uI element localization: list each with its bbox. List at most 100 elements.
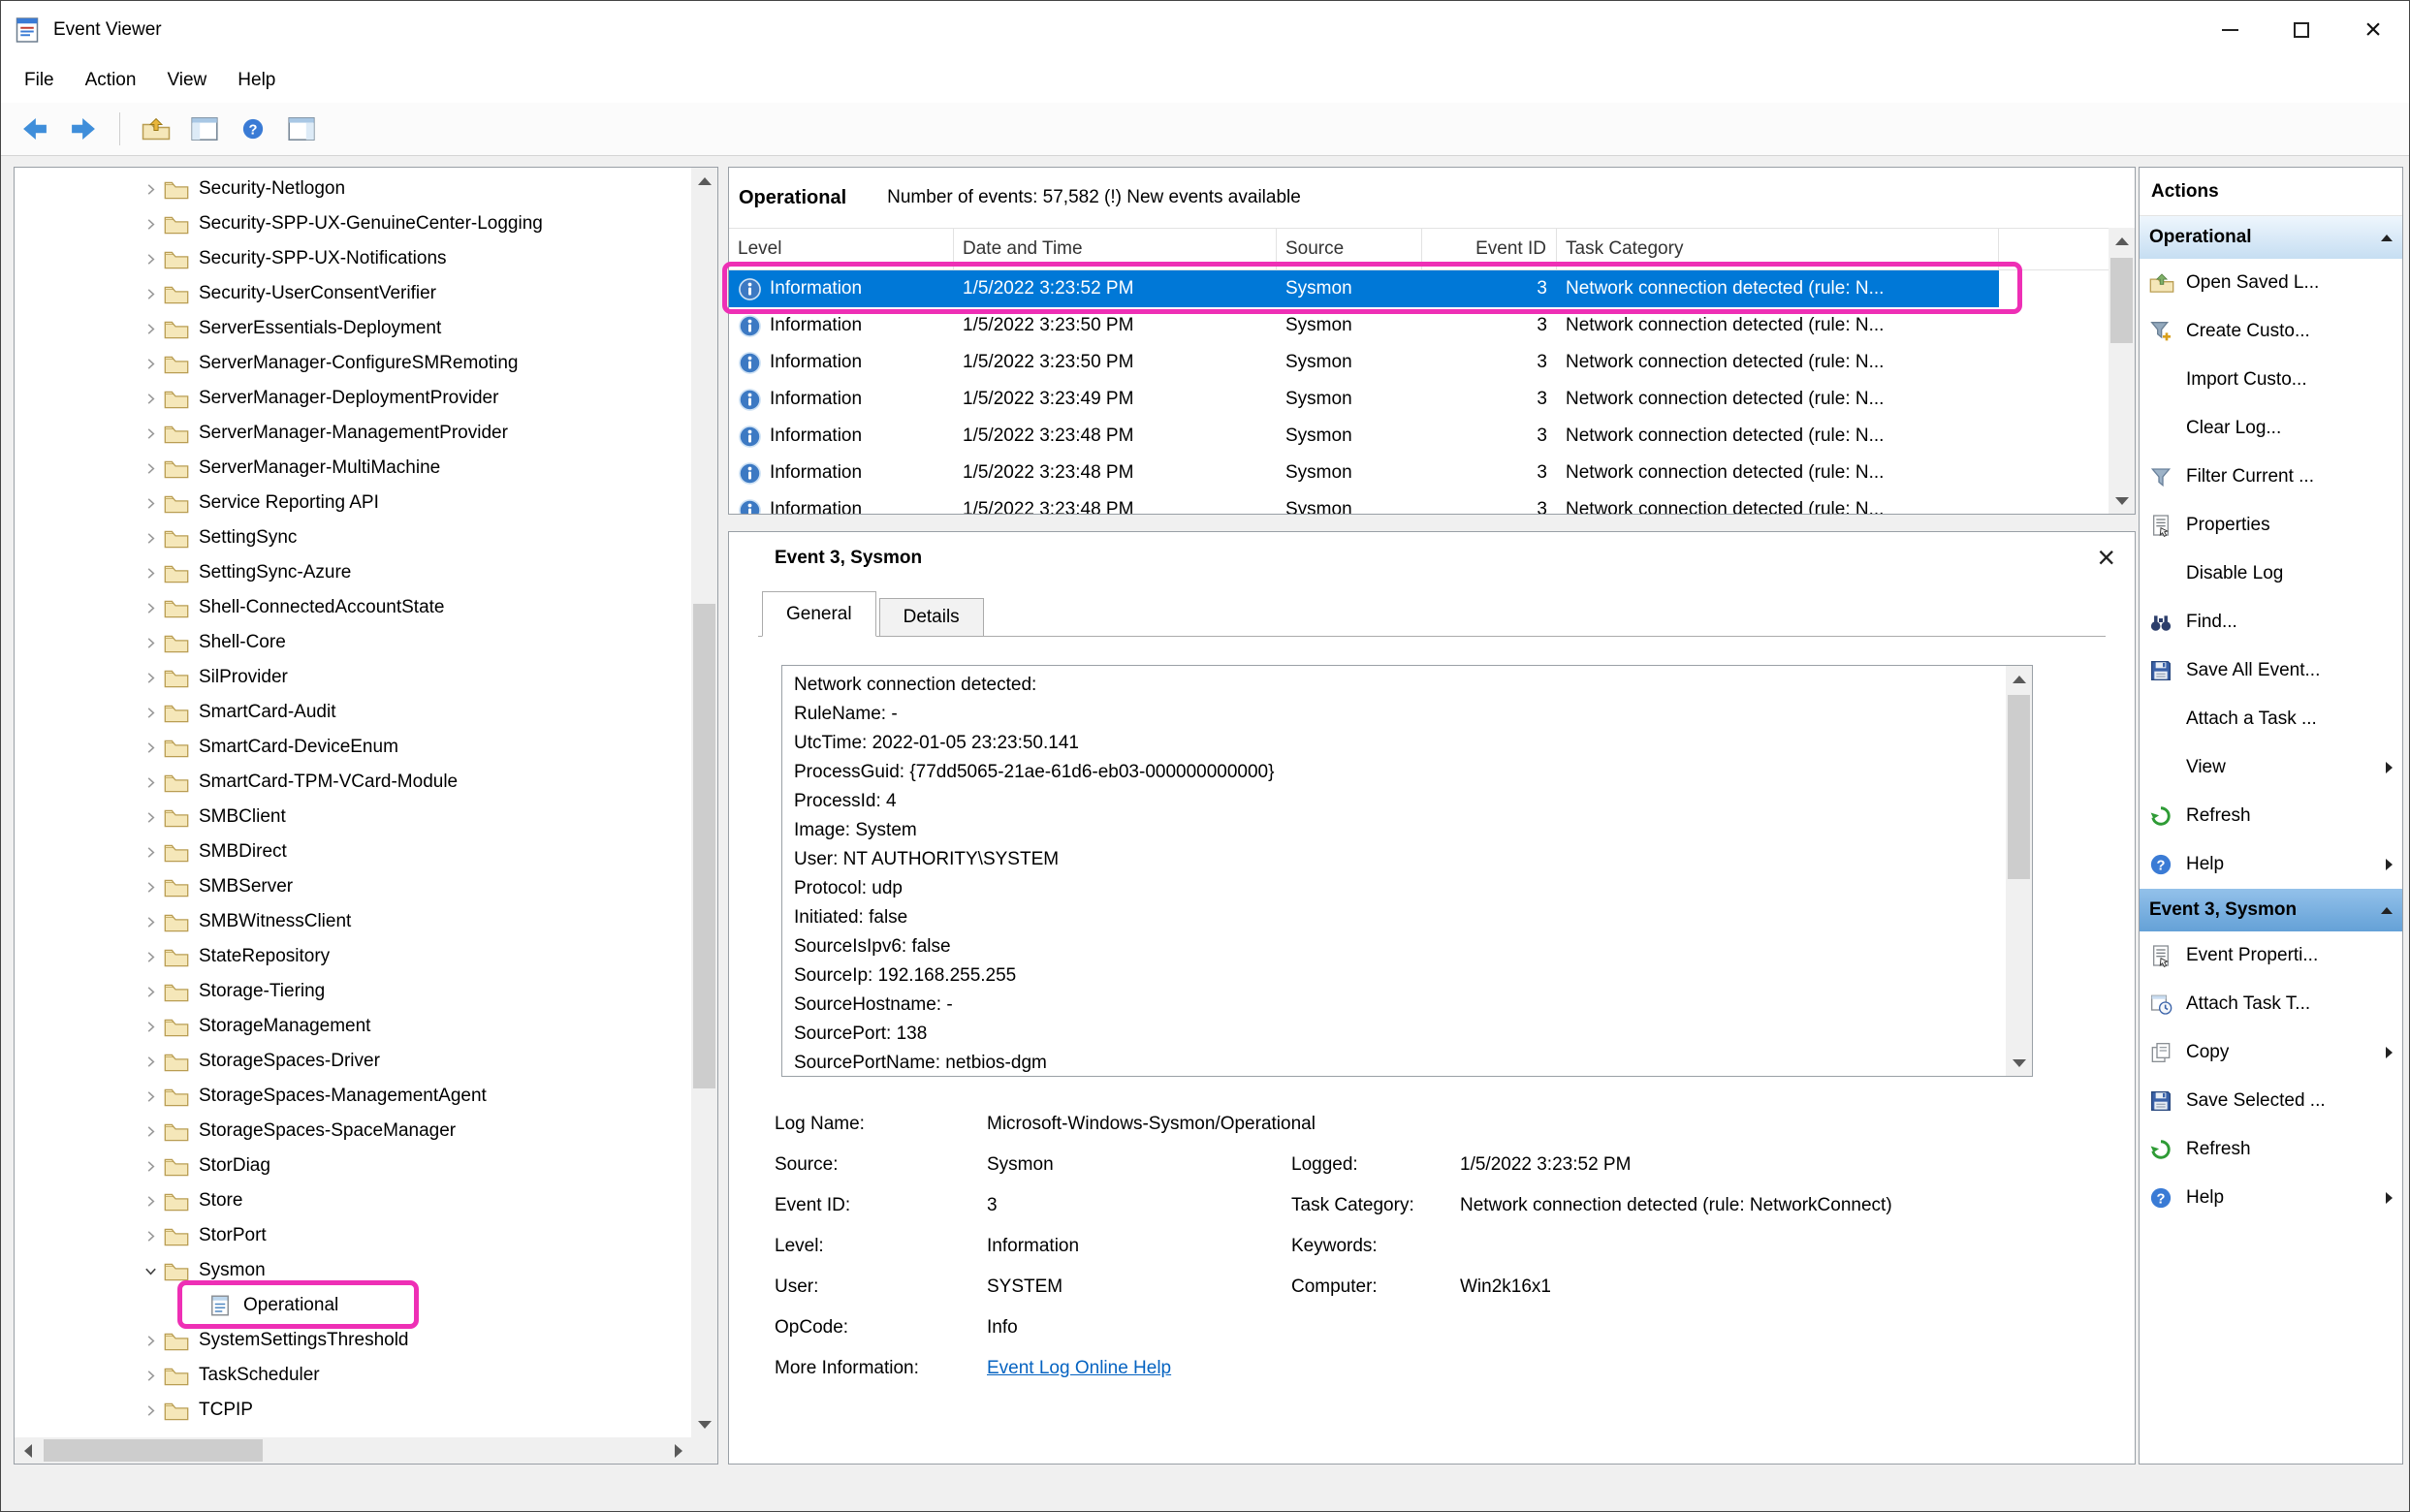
chevron-right-icon[interactable] bbox=[137, 1369, 164, 1383]
chevron-right-icon[interactable] bbox=[137, 845, 164, 860]
open-saved-log-button[interactable] bbox=[136, 109, 176, 149]
action-attach-task-t[interactable]: Attach Task T... bbox=[2140, 980, 2402, 1028]
event-row-7[interactable]: Information 1/5/2022 3:23:48 PM Sysmon 3… bbox=[729, 491, 1999, 514]
actions-group-operational[interactable]: Operational bbox=[2140, 216, 2402, 259]
action-help[interactable]: ? Help bbox=[2140, 1174, 2402, 1222]
action-refresh[interactable]: Refresh bbox=[2140, 1125, 2402, 1174]
scroll-down-button[interactable] bbox=[691, 1411, 717, 1437]
tab-details[interactable]: Details bbox=[879, 598, 984, 637]
chevron-right-icon[interactable] bbox=[137, 706, 164, 720]
menu-file[interactable]: File bbox=[9, 58, 70, 103]
action-properties[interactable]: Properties bbox=[2140, 501, 2402, 550]
tree-item-smbserver[interactable]: SMBServer bbox=[15, 869, 690, 904]
chevron-right-icon[interactable] bbox=[137, 985, 164, 999]
scrollbar-thumb[interactable] bbox=[693, 604, 715, 1088]
actions-group-event-3-sysmon[interactable]: Event 3, Sysmon bbox=[2140, 889, 2402, 931]
tree-item-storagemanagement[interactable]: StorageManagement bbox=[15, 1009, 690, 1044]
chevron-right-icon[interactable] bbox=[137, 775, 164, 790]
event-row-4[interactable]: Information 1/5/2022 3:23:49 PM Sysmon 3… bbox=[729, 381, 1999, 418]
chevron-right-icon[interactable] bbox=[137, 392, 164, 406]
tree-item-shell-connectedaccountstate[interactable]: Shell-ConnectedAccountState bbox=[15, 590, 690, 625]
chevron-right-icon[interactable] bbox=[137, 461, 164, 476]
tab-general[interactable]: General bbox=[762, 591, 876, 637]
maximize-button[interactable] bbox=[2266, 1, 2337, 58]
description-vertical-scrollbar[interactable] bbox=[2006, 666, 2032, 1076]
action-create-custo[interactable]: Create Custo... bbox=[2140, 307, 2402, 356]
tree-item-stordiag[interactable]: StorDiag bbox=[15, 1149, 690, 1183]
chevron-right-icon[interactable] bbox=[137, 1334, 164, 1348]
chevron-right-icon[interactable] bbox=[137, 1194, 164, 1209]
tree-item-smbdirect[interactable]: SMBDirect bbox=[15, 835, 690, 869]
scroll-up-button[interactable] bbox=[2109, 228, 2135, 254]
chevron-down-icon[interactable] bbox=[137, 1264, 164, 1278]
scroll-up-button[interactable] bbox=[2006, 666, 2032, 692]
tree-item-smartcard-tpm-vcard-module[interactable]: SmartCard-TPM-VCard-Module bbox=[15, 765, 690, 800]
action-filter-current[interactable]: Filter Current ... bbox=[2140, 453, 2402, 501]
column-header-task-category[interactable]: Task Category bbox=[1557, 229, 1999, 269]
action-attach-a-task[interactable]: Attach a Task ... bbox=[2140, 695, 2402, 743]
minimize-button[interactable] bbox=[2194, 1, 2266, 58]
tree-item-storagespaces-driver[interactable]: StorageSpaces-Driver bbox=[15, 1044, 690, 1079]
chevron-right-icon[interactable] bbox=[137, 252, 164, 267]
scrollbar-thumb[interactable] bbox=[2110, 258, 2133, 343]
tree-item-security-spp-ux-genuinecenter-logging[interactable]: Security-SPP-UX-GenuineCenter-Logging bbox=[15, 206, 690, 241]
forward-button[interactable] bbox=[63, 109, 104, 149]
event-row-1[interactable]: Information 1/5/2022 3:23:52 PM Sysmon 3… bbox=[729, 270, 1999, 307]
tree-item-smbwitnessclient[interactable]: SMBWitnessClient bbox=[15, 904, 690, 939]
chevron-right-icon[interactable] bbox=[137, 915, 164, 929]
scroll-right-button[interactable] bbox=[665, 1437, 691, 1464]
action-refresh[interactable]: Refresh bbox=[2140, 792, 2402, 840]
tree-item-security-spp-ux-notifications[interactable]: Security-SPP-UX-Notifications bbox=[15, 241, 690, 276]
tree-item-service-reporting-api[interactable]: Service Reporting API bbox=[15, 486, 690, 520]
scrollbar-thumb[interactable] bbox=[44, 1439, 263, 1462]
event-row-5[interactable]: Information 1/5/2022 3:23:48 PM Sysmon 3… bbox=[729, 418, 1999, 455]
tree-item-operational[interactable]: Operational bbox=[15, 1288, 690, 1323]
column-header-date-and-time[interactable]: Date and Time bbox=[954, 229, 1277, 269]
tree-item-servermanager-configuresmremoting[interactable]: ServerManager-ConfigureSMRemoting bbox=[15, 346, 690, 381]
chevron-right-icon[interactable] bbox=[137, 287, 164, 301]
chevron-right-icon[interactable] bbox=[137, 810, 164, 825]
tree-item-tcpip[interactable]: TCPIP bbox=[15, 1393, 690, 1428]
scrollbar-thumb[interactable] bbox=[2008, 695, 2030, 879]
tree-item-security-netlogon[interactable]: Security-Netlogon bbox=[15, 172, 690, 206]
chevron-right-icon[interactable] bbox=[137, 1089, 164, 1104]
tree-item-security-userconsentverifier[interactable]: Security-UserConsentVerifier bbox=[15, 276, 690, 311]
chevron-right-icon[interactable] bbox=[137, 531, 164, 546]
tree-horizontal-scrollbar[interactable] bbox=[15, 1437, 691, 1464]
scroll-left-button[interactable] bbox=[15, 1437, 41, 1464]
scroll-down-button[interactable] bbox=[2006, 1050, 2032, 1076]
chevron-right-icon[interactable] bbox=[137, 1055, 164, 1069]
chevron-right-icon[interactable] bbox=[137, 1229, 164, 1244]
show-console-tree-button[interactable] bbox=[184, 109, 225, 149]
tree-item-systemsettingsthreshold[interactable]: SystemSettingsThreshold bbox=[15, 1323, 690, 1358]
chevron-right-icon[interactable] bbox=[137, 740, 164, 755]
column-header-level[interactable]: Level bbox=[729, 229, 954, 269]
close-button[interactable]: × bbox=[2337, 1, 2409, 58]
tree-item-silprovider[interactable]: SilProvider bbox=[15, 660, 690, 695]
tree-item-serveressentials-deployment[interactable]: ServerEssentials-Deployment bbox=[15, 311, 690, 346]
tree-item-storport[interactable]: StorPort bbox=[15, 1218, 690, 1253]
action-event-properti[interactable]: Event Properti... bbox=[2140, 931, 2402, 980]
collapse-icon[interactable] bbox=[2381, 907, 2393, 914]
event-row-2[interactable]: Information 1/5/2022 3:23:50 PM Sysmon 3… bbox=[729, 307, 1999, 344]
chevron-right-icon[interactable] bbox=[137, 182, 164, 197]
tree-item-smbclient[interactable]: SMBClient bbox=[15, 800, 690, 835]
tree-item-smartcard-audit[interactable]: SmartCard-Audit bbox=[15, 695, 690, 730]
chevron-right-icon[interactable] bbox=[137, 566, 164, 581]
collapse-icon[interactable] bbox=[2381, 235, 2393, 241]
chevron-right-icon[interactable] bbox=[137, 1020, 164, 1034]
chevron-right-icon[interactable] bbox=[137, 496, 164, 511]
help-button[interactable]: ? bbox=[233, 109, 273, 149]
chevron-right-icon[interactable] bbox=[137, 1159, 164, 1174]
chevron-right-icon[interactable] bbox=[137, 636, 164, 650]
close-preview-icon[interactable]: × bbox=[2097, 540, 2115, 576]
tree-item-storage-tiering[interactable]: Storage-Tiering bbox=[15, 974, 690, 1009]
tree-item-smartcard-deviceenum[interactable]: SmartCard-DeviceEnum bbox=[15, 730, 690, 765]
chevron-right-icon[interactable] bbox=[137, 950, 164, 964]
menu-help[interactable]: Help bbox=[222, 58, 291, 103]
chevron-right-icon[interactable] bbox=[137, 1403, 164, 1418]
chevron-right-icon[interactable] bbox=[137, 322, 164, 336]
tree-item-staterepository[interactable]: StateRepository bbox=[15, 939, 690, 974]
action-import-custo[interactable]: Import Custo... bbox=[2140, 356, 2402, 404]
tree-item-storagespaces-spacemanager[interactable]: StorageSpaces-SpaceManager bbox=[15, 1114, 690, 1149]
